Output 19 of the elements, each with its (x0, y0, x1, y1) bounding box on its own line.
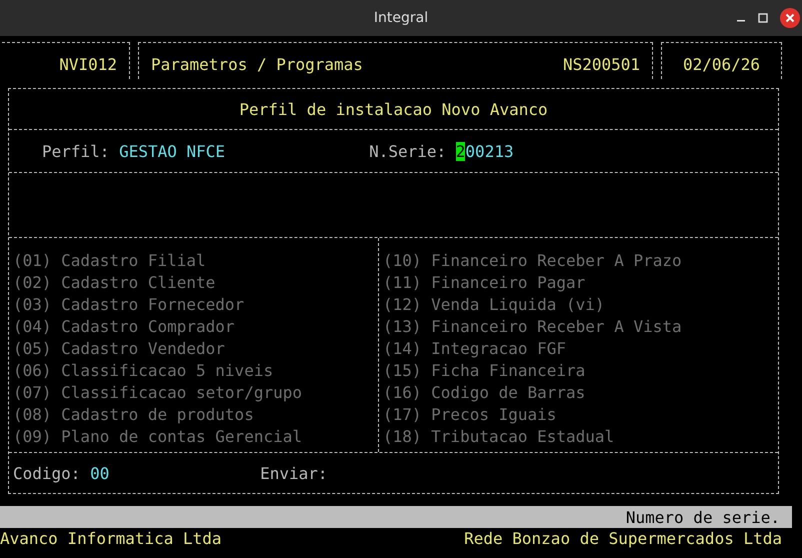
module-title: Parametros / Programas (151, 54, 363, 74)
perfil-value: GESTAO NFCE (119, 142, 226, 160)
client-name: Rede Bonzao de Supermercados Ltda (464, 528, 782, 548)
version-code: NS200501 (562, 54, 640, 74)
date-text: 02/06/26 (682, 54, 760, 74)
status-message: Numero de serie. (626, 508, 780, 526)
program-code: NVI012 (59, 54, 117, 74)
text-cursor: 2 (456, 142, 466, 160)
codigo-label: Codigo: (13, 464, 80, 482)
window-title: Integral (374, 10, 428, 26)
close-icon[interactable] (780, 8, 800, 28)
maximize-icon[interactable] (758, 13, 768, 23)
company-name: Avanco Informatica Ltda (0, 528, 222, 548)
codigo-field[interactable]: 00 (90, 464, 260, 482)
serie-value: 00213 (465, 142, 514, 160)
serie-label: N.Serie: (369, 142, 446, 160)
perfil-label: Perfil: (42, 142, 110, 160)
enviar-label: Enviar: (260, 464, 328, 482)
form-title: Perfil de instalacao Novo Avanco (239, 100, 548, 118)
